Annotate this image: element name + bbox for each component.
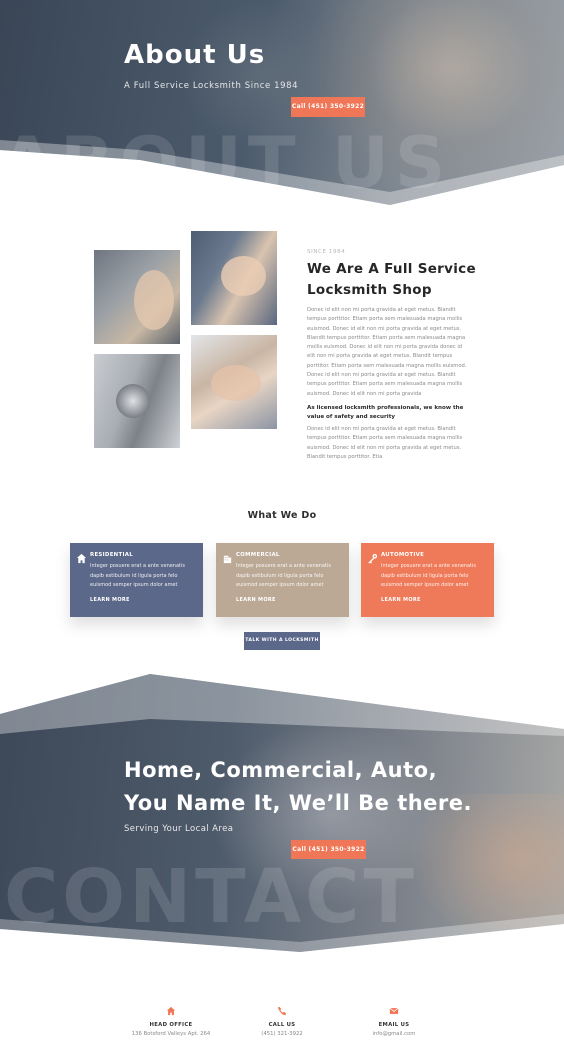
door-knob-photo (94, 354, 180, 448)
key-inspection-photo (191, 231, 277, 325)
email-us-info: EMAIL US info@gmail.com (334, 1006, 454, 1037)
mail-icon (389, 1007, 399, 1014)
service-card-automotive: AUTOMOTIVE Integer posuere erat a ante v… (361, 543, 494, 617)
banner-angled-divider (0, 674, 564, 970)
about-heading: We Are A Full Service Locksmith Shop (307, 261, 476, 298)
key-icon (368, 553, 378, 564)
service-title: COMMERCIAL (236, 552, 280, 558)
head-office-info: HEAD OFFICE 136 Botsford Valleys Apt. 26… (111, 1006, 231, 1037)
hero-call-button[interactable]: Call (451) 350-3922 (291, 97, 365, 117)
contact-heading: Home, Commercial, Auto, You Name It, We’… (124, 754, 472, 820)
learn-more-link[interactable]: LEARN MORE (236, 597, 276, 603)
service-description: Integer posuere erat a ante venenatis da… (236, 563, 331, 588)
email-link[interactable]: info@gmail.com (334, 1031, 454, 1037)
info-label: EMAIL US (378, 1022, 410, 1028)
about-paragraph-2: Donec id elit non mi porta gravida at eg… (307, 426, 463, 460)
info-label: HEAD OFFICE (149, 1022, 193, 1028)
phone-icon (277, 1006, 287, 1016)
phone-link[interactable]: (451) 321-3922 (222, 1031, 342, 1037)
learn-more-link[interactable]: LEARN MORE (90, 597, 130, 603)
contact-call-button[interactable]: Call (451) 350-3922 (291, 840, 366, 859)
service-title: AUTOMOTIVE (381, 552, 425, 558)
hero-subtitle: A Full Service Locksmith Since 1984 (124, 81, 299, 91)
services-heading: What We Do (247, 510, 317, 521)
key-cutting-photo (191, 335, 277, 429)
contact-heading-line-2: You Name It, We’ll Be there. (124, 791, 473, 815)
about-eyebrow: SINCE 1984 (307, 249, 346, 255)
talk-with-locksmith-button[interactable]: TALK WITH A LOCKSMITH (244, 632, 320, 650)
service-title: RESIDENTIAL (90, 552, 133, 558)
service-description: Integer posuere erat a ante venenatis da… (90, 563, 185, 588)
service-description: Integer posuere erat a ante venenatis da… (381, 563, 476, 588)
home-icon (166, 1006, 176, 1016)
service-card-commercial: COMMERCIAL Integer posuere erat a ante v… (216, 543, 349, 617)
info-value: 136 Botsford Valleys Apt. 264 (131, 1031, 211, 1037)
page-title: About Us (124, 40, 266, 70)
call-us-info: CALL US (451) 321-3922 (222, 1006, 342, 1037)
info-label: CALL US (268, 1022, 296, 1028)
learn-more-link[interactable]: LEARN MORE (381, 597, 421, 603)
building-icon (223, 555, 232, 564)
service-card-residential: RESIDENTIAL Integer posuere erat a ante … (70, 543, 203, 617)
contact-banner: CONTACT Home, Commercial, Auto, You Name… (0, 674, 564, 970)
about-highlight: As licensed locksmith professionals, we … (307, 405, 464, 420)
home-icon (76, 553, 87, 564)
contact-heading-line-1: Home, Commercial, Auto, (124, 758, 438, 782)
hero-section: ABOUT US About Us A Full Service Locksmi… (0, 0, 564, 210)
locksmith-tools-photo (94, 250, 180, 344)
contact-subtitle: Serving Your Local Area (124, 824, 234, 834)
hero-angled-divider (0, 140, 564, 210)
about-paragraph: Donec id elit non mi porta gravida at eg… (307, 307, 467, 397)
